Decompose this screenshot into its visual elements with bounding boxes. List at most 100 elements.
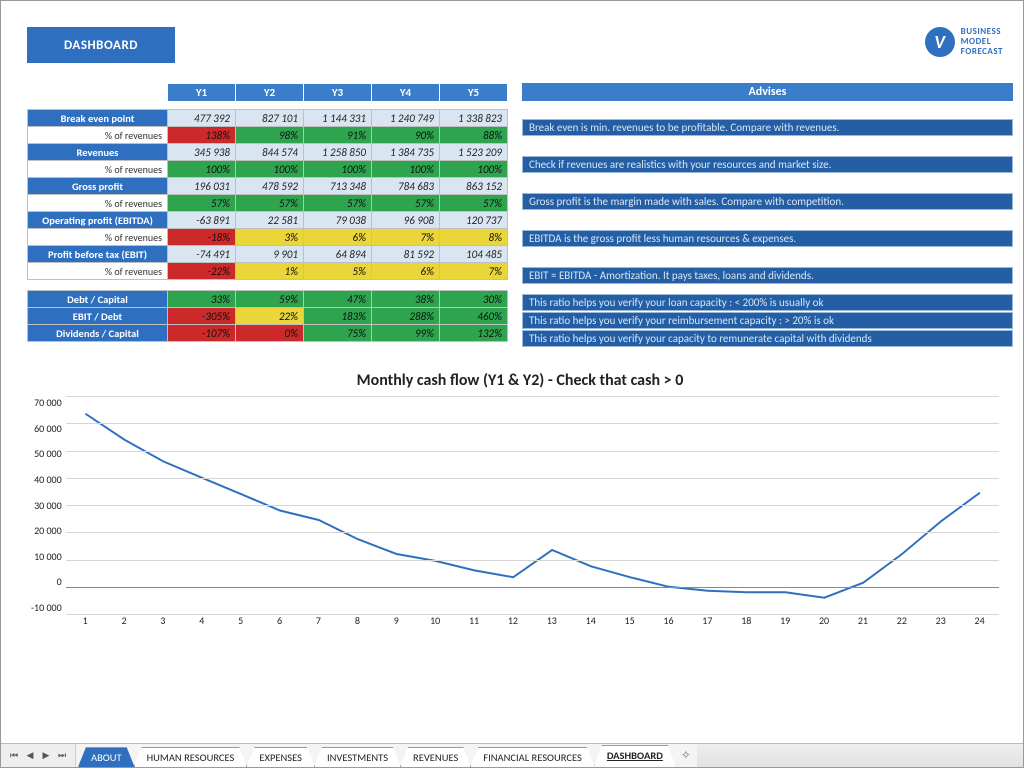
cashflow-chart: 70 00060 00050 00040 00030 00020 00010 0… [27,396,1013,628]
cell[interactable]: 75% [304,325,372,342]
y-tick-label: 50 000 [34,447,62,460]
cell[interactable]: 104 485 [440,246,508,263]
cell[interactable]: -107% [168,325,236,342]
cell[interactable]: 22 581 [236,212,304,229]
x-tick-label: 3 [143,614,182,628]
sheet-tab-investments[interactable]: INVESTMENTS [314,747,401,767]
cell[interactable]: -74 491 [168,246,236,263]
cell[interactable]: 460% [440,308,508,325]
cell[interactable]: 81 592 [372,246,440,263]
tab-prev-icon[interactable]: ◀ [23,749,37,763]
cell[interactable]: 9 901 [236,246,304,263]
tab-first-icon[interactable]: ⏮ [7,749,21,763]
x-tick-label: 13 [532,614,571,628]
advise-line: EBIT = EBITDA - Amortization. It pays ta… [522,267,1013,284]
cell[interactable]: 844 574 [236,144,304,161]
sheet-tab-human-resources[interactable]: HUMAN RESOURCES [134,747,248,767]
cell[interactable]: 57% [304,195,372,212]
cell[interactable]: 1 240 749 [372,110,440,127]
cell[interactable]: 33% [168,291,236,308]
cell[interactable]: 38% [372,291,440,308]
cell[interactable]: 90% [372,127,440,144]
cell[interactable]: 477 392 [168,110,236,127]
cell[interactable]: 183% [304,308,372,325]
cell[interactable]: 59% [236,291,304,308]
cell[interactable]: -305% [168,308,236,325]
cell[interactable]: 345 938 [168,144,236,161]
x-tick-label: 17 [688,614,727,628]
cell[interactable]: 478 592 [236,178,304,195]
cell[interactable]: 88% [440,127,508,144]
cell[interactable]: 8% [440,229,508,246]
cell[interactable]: 784 683 [372,178,440,195]
x-tick-label: 21 [843,614,882,628]
ratio-table: Debt / Capital33%59%47%38%30%EBIT / Debt… [27,290,508,342]
x-tick-label: 8 [338,614,377,628]
cell[interactable]: 196 031 [168,178,236,195]
cell[interactable]: 100% [304,161,372,178]
cell[interactable]: -22% [168,263,236,280]
cell[interactable]: 57% [440,195,508,212]
x-tick-label: 4 [182,614,221,628]
tab-last-icon[interactable]: ⏭ [55,749,69,763]
x-tick-label: 22 [882,614,921,628]
tab-nav[interactable]: ⏮ ◀ ▶ ⏭ [1,744,76,767]
cell[interactable]: 3% [236,229,304,246]
cell[interactable]: 713 348 [304,178,372,195]
cell[interactable]: 132% [440,325,508,342]
cell[interactable]: 64 894 [304,246,372,263]
cell[interactable]: 5% [304,263,372,280]
cell[interactable]: 57% [168,195,236,212]
cell[interactable]: 138% [168,127,236,144]
cell[interactable]: 1 144 331 [304,110,372,127]
cell[interactable]: 96 908 [372,212,440,229]
cell[interactable]: 6% [304,229,372,246]
cell[interactable]: 30% [440,291,508,308]
cell[interactable]: 100% [440,161,508,178]
sheet-tab-dashboard[interactable]: DASHBOARD [594,745,676,767]
cell[interactable]: 57% [372,195,440,212]
cell[interactable]: 827 101 [236,110,304,127]
cell[interactable]: 57% [236,195,304,212]
cell[interactable]: 1 384 735 [372,144,440,161]
cell[interactable]: 79 038 [304,212,372,229]
sheet-tab-expenses[interactable]: EXPENSES [246,747,315,767]
cell[interactable]: 7% [440,263,508,280]
col-y4: Y4 [372,84,440,102]
sheet-tab-financial-resources[interactable]: FINANCIAL RESOURCES [470,747,595,767]
y-tick-label: 30 000 [34,499,62,512]
sheet-tab-revenues[interactable]: REVENUES [400,747,471,767]
x-tick-label: 14 [571,614,610,628]
cell[interactable]: 863 152 [440,178,508,195]
sheet-tab-about[interactable]: ABOUT [78,747,135,767]
cell[interactable]: 47% [304,291,372,308]
cell[interactable]: 91% [304,127,372,144]
cell[interactable]: 1% [236,263,304,280]
cell[interactable]: 6% [372,263,440,280]
cell[interactable]: 120 737 [440,212,508,229]
cell[interactable]: 7% [372,229,440,246]
brand-logo-icon: V [925,27,955,57]
cell[interactable]: 99% [372,325,440,342]
page-title-badge: DASHBOARD [27,27,175,63]
cell[interactable]: 0% [236,325,304,342]
table-row: % of revenues100%100%100%100%100% [28,161,508,178]
cell[interactable]: 22% [236,308,304,325]
cell[interactable]: 1 523 209 [440,144,508,161]
cell[interactable]: 100% [236,161,304,178]
cell[interactable]: 288% [372,308,440,325]
cell[interactable]: 1 258 850 [304,144,372,161]
row-label: Break even point [28,110,168,127]
x-tick-label: 12 [493,614,532,628]
advise-line: This ratio helps you verify your reimbur… [522,312,1013,329]
tab-next-icon[interactable]: ▶ [39,749,53,763]
cell[interactable]: -18% [168,229,236,246]
new-sheet-icon[interactable]: ✧ [675,744,697,767]
cell[interactable]: 98% [236,127,304,144]
cell[interactable]: -63 891 [168,212,236,229]
cell[interactable]: 100% [168,161,236,178]
cell[interactable]: 1 338 823 [440,110,508,127]
row-label: % of revenues [28,161,168,178]
cell[interactable]: 100% [372,161,440,178]
advises-header: Advises [522,83,1013,101]
